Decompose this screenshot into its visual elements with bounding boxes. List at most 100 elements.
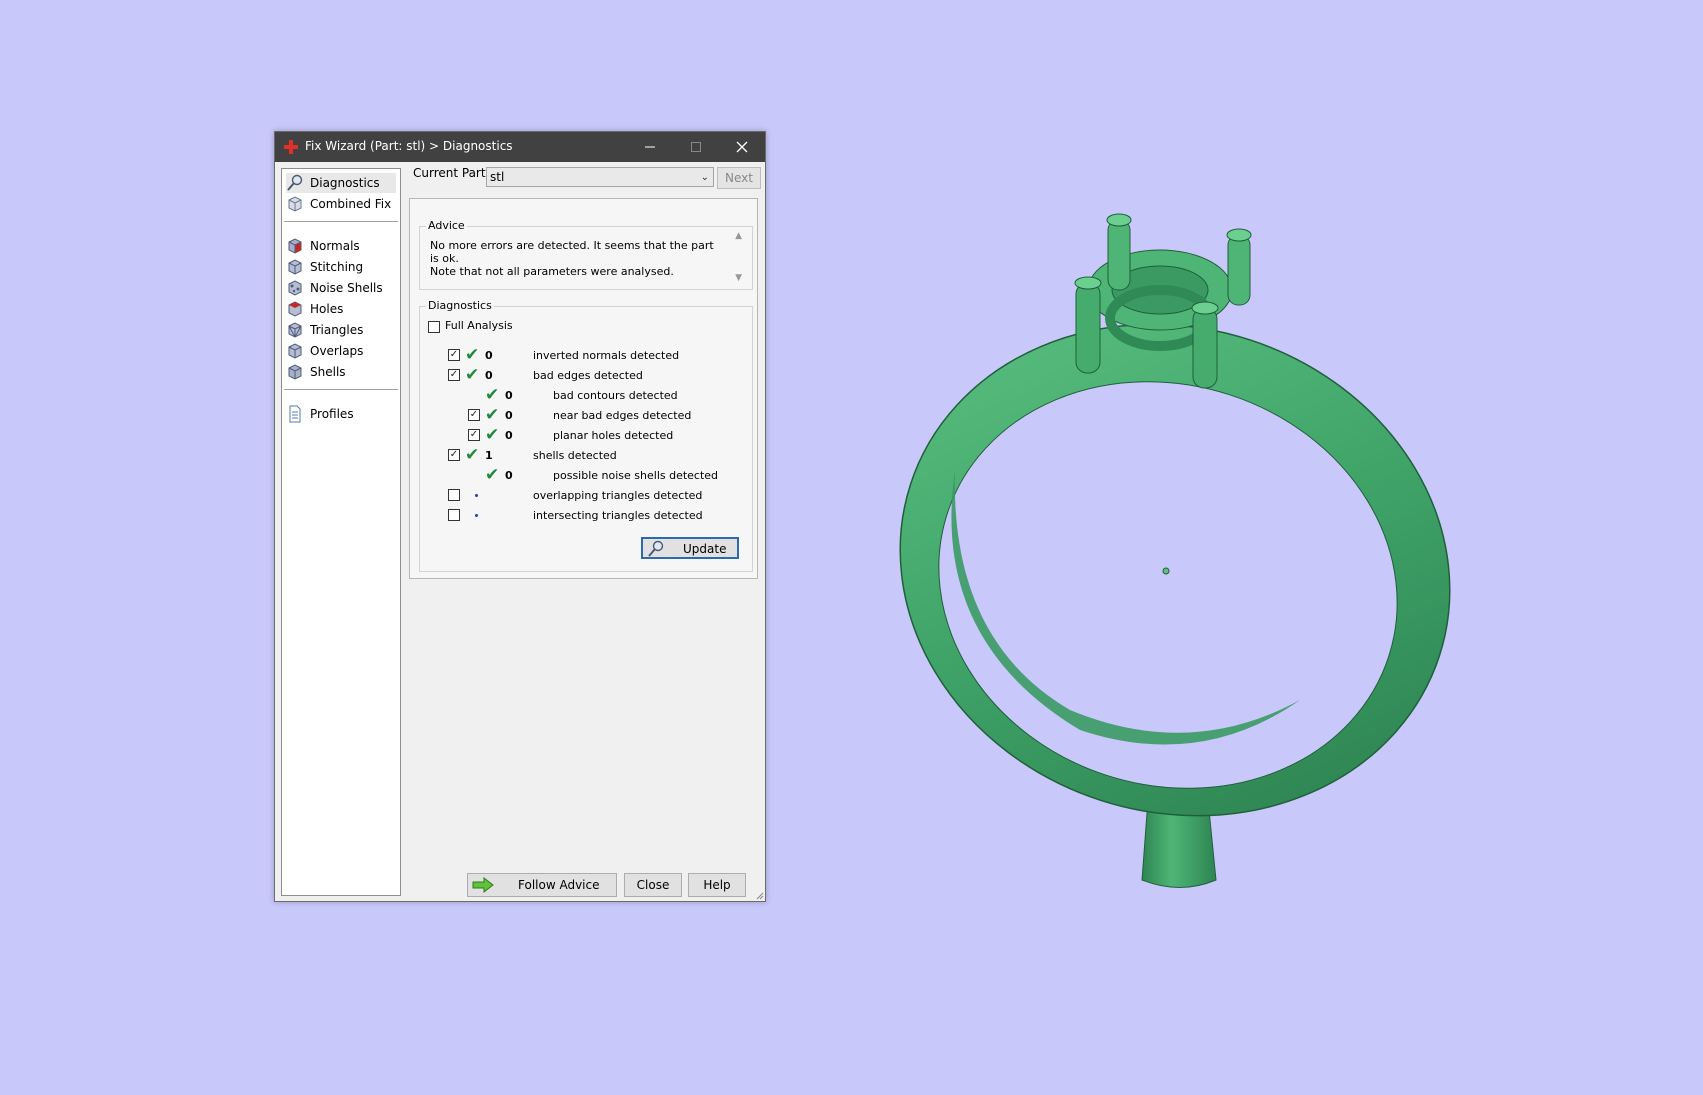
- nav-item-stitching[interactable]: Stitching: [286, 257, 363, 277]
- nav-item-diagnostics[interactable]: Diagnostics: [286, 173, 396, 193]
- diag-label: near bad edges detected: [553, 409, 692, 422]
- advice-group: Advice No more errors are detected. It s…: [419, 219, 753, 290]
- nav-label: Triangles: [310, 323, 364, 337]
- nav-item-combined-fix[interactable]: Combined Fix: [286, 194, 391, 214]
- diag-count: 0: [505, 409, 513, 422]
- app-logo-icon: [284, 140, 298, 154]
- update-label: Update: [683, 542, 727, 556]
- noise-shells-icon: [288, 280, 302, 296]
- ok-check-icon: ✔: [485, 405, 500, 425]
- shells-cube-icon: [288, 364, 302, 380]
- current-part-select[interactable]: stl ⌄: [486, 167, 714, 187]
- 3d-viewport[interactable]: [0, 0, 1703, 1095]
- normals-cube-icon: [288, 238, 302, 254]
- magnifier-icon: [287, 174, 303, 191]
- stitching-cube-icon: [288, 259, 302, 275]
- nav-item-triangles[interactable]: Triangles: [286, 320, 363, 340]
- diag-count: 0: [485, 369, 493, 382]
- next-button[interactable]: Next: [717, 167, 761, 189]
- nav-divider: [284, 221, 398, 222]
- nav-item-holes[interactable]: Holes: [286, 299, 343, 319]
- resize-grip-icon[interactable]: [754, 890, 764, 900]
- window-title: Fix Wizard (Part: stl) > Diagnostics: [305, 139, 513, 153]
- chevron-down-icon: ⌄: [700, 172, 709, 183]
- row-checkbox[interactable]: ✓: [448, 349, 460, 361]
- row-checkbox[interactable]: [448, 489, 460, 501]
- row-checkbox[interactable]: ✓: [468, 409, 480, 421]
- arrow-right-icon: [472, 877, 494, 893]
- ok-check-icon: ✔: [465, 445, 480, 465]
- help-button[interactable]: Help: [688, 873, 746, 897]
- close-window-button[interactable]: [719, 132, 765, 162]
- advice-text: No more errors are detected. It seems th…: [430, 239, 714, 278]
- row-checkbox[interactable]: ✓: [448, 369, 460, 381]
- diag-label: bad edges detected: [533, 369, 643, 382]
- follow-advice-label: Follow Advice: [518, 878, 600, 892]
- fix-wizard-dialog: Fix Wizard (Part: stl) > Diagnostics Dia…: [274, 131, 766, 902]
- ok-check-icon: ✔: [485, 425, 500, 445]
- diag-count: 1: [485, 449, 493, 462]
- ok-check-icon: ✔: [485, 465, 500, 485]
- advice-legend: Advice: [426, 219, 467, 232]
- diag-count: 0: [505, 429, 513, 442]
- title-bar[interactable]: Fix Wizard (Part: stl) > Diagnostics: [275, 132, 765, 162]
- update-button[interactable]: Update: [641, 537, 739, 559]
- diag-label: bad contours detected: [553, 389, 678, 402]
- nav-item-profiles[interactable]: Profiles: [286, 404, 354, 424]
- current-part-label: Current Part:: [413, 166, 490, 180]
- nav-item-overlaps[interactable]: Overlaps: [286, 341, 363, 361]
- full-analysis-checkbox[interactable]: [428, 321, 440, 333]
- row-checkbox[interactable]: ✓: [468, 429, 480, 441]
- nav-label: Combined Fix: [310, 197, 392, 211]
- triangles-cube-icon: [288, 322, 302, 338]
- close-button[interactable]: Close: [624, 873, 682, 897]
- nav-item-noise-shells[interactable]: Noise Shells: [286, 278, 383, 298]
- follow-advice-button[interactable]: Follow Advice: [467, 873, 617, 897]
- nav-label: Stitching: [310, 260, 364, 274]
- diag-count: 0: [505, 469, 513, 482]
- diag-label: planar holes detected: [553, 429, 674, 442]
- diag-label: overlapping triangles detected: [533, 489, 703, 502]
- nav-item-normals[interactable]: Normals: [286, 236, 360, 256]
- nav-label: Overlaps: [310, 344, 364, 358]
- maximize-button[interactable]: [673, 132, 719, 162]
- diag-label: shells detected: [533, 449, 617, 462]
- diag-label: inverted normals detected: [533, 349, 680, 362]
- diagnostics-legend: Diagnostics: [426, 299, 494, 312]
- minimize-button[interactable]: [627, 132, 673, 162]
- scroll-down-icon[interactable]: ▼: [735, 273, 742, 283]
- cube-icon: [288, 196, 302, 212]
- holes-cube-icon: [288, 301, 302, 317]
- ok-check-icon: ✔: [485, 385, 500, 405]
- row-checkbox[interactable]: [448, 509, 460, 521]
- scroll-up-icon[interactable]: ▲: [735, 231, 742, 241]
- nav-divider: [284, 389, 398, 390]
- full-analysis-label: Full Analysis: [445, 319, 513, 332]
- ring-model[interactable]: [836, 213, 1514, 888]
- nav-label: Noise Shells: [310, 281, 383, 295]
- nav-item-shells[interactable]: Shells: [286, 362, 346, 382]
- ok-check-icon: ✔: [465, 345, 480, 365]
- magnifier-icon: [648, 540, 664, 557]
- diag-count: 0: [485, 349, 493, 362]
- close-icon: [736, 141, 748, 153]
- nav-label: Shells: [310, 365, 346, 379]
- nav-label: Holes: [310, 302, 344, 316]
- row-checkbox[interactable]: ✓: [448, 449, 460, 461]
- maximize-icon: [691, 142, 701, 152]
- nav-label: Normals: [310, 239, 360, 253]
- nav-label: Profiles: [310, 407, 354, 421]
- diag-label: possible noise shells detected: [553, 469, 719, 482]
- overlaps-cube-icon: [288, 343, 302, 359]
- not-analysed-dot-icon: [475, 494, 478, 497]
- diag-label: intersecting triangles detected: [533, 509, 703, 522]
- not-analysed-dot-icon: [475, 514, 478, 517]
- wizard-nav: Diagnostics Combined Fix Normals Stitchi…: [281, 168, 401, 896]
- ok-check-icon: ✔: [465, 365, 480, 385]
- nav-label: Diagnostics: [310, 176, 380, 190]
- document-icon: [289, 405, 301, 423]
- diag-count: 0: [505, 389, 513, 402]
- diagnostics-panel: Advice No more errors are detected. It s…: [409, 198, 758, 579]
- diagnostics-group: Diagnostics Full Analysis ✓ ✔ 0 inverted…: [419, 299, 753, 572]
- current-part-value: stl: [490, 170, 505, 184]
